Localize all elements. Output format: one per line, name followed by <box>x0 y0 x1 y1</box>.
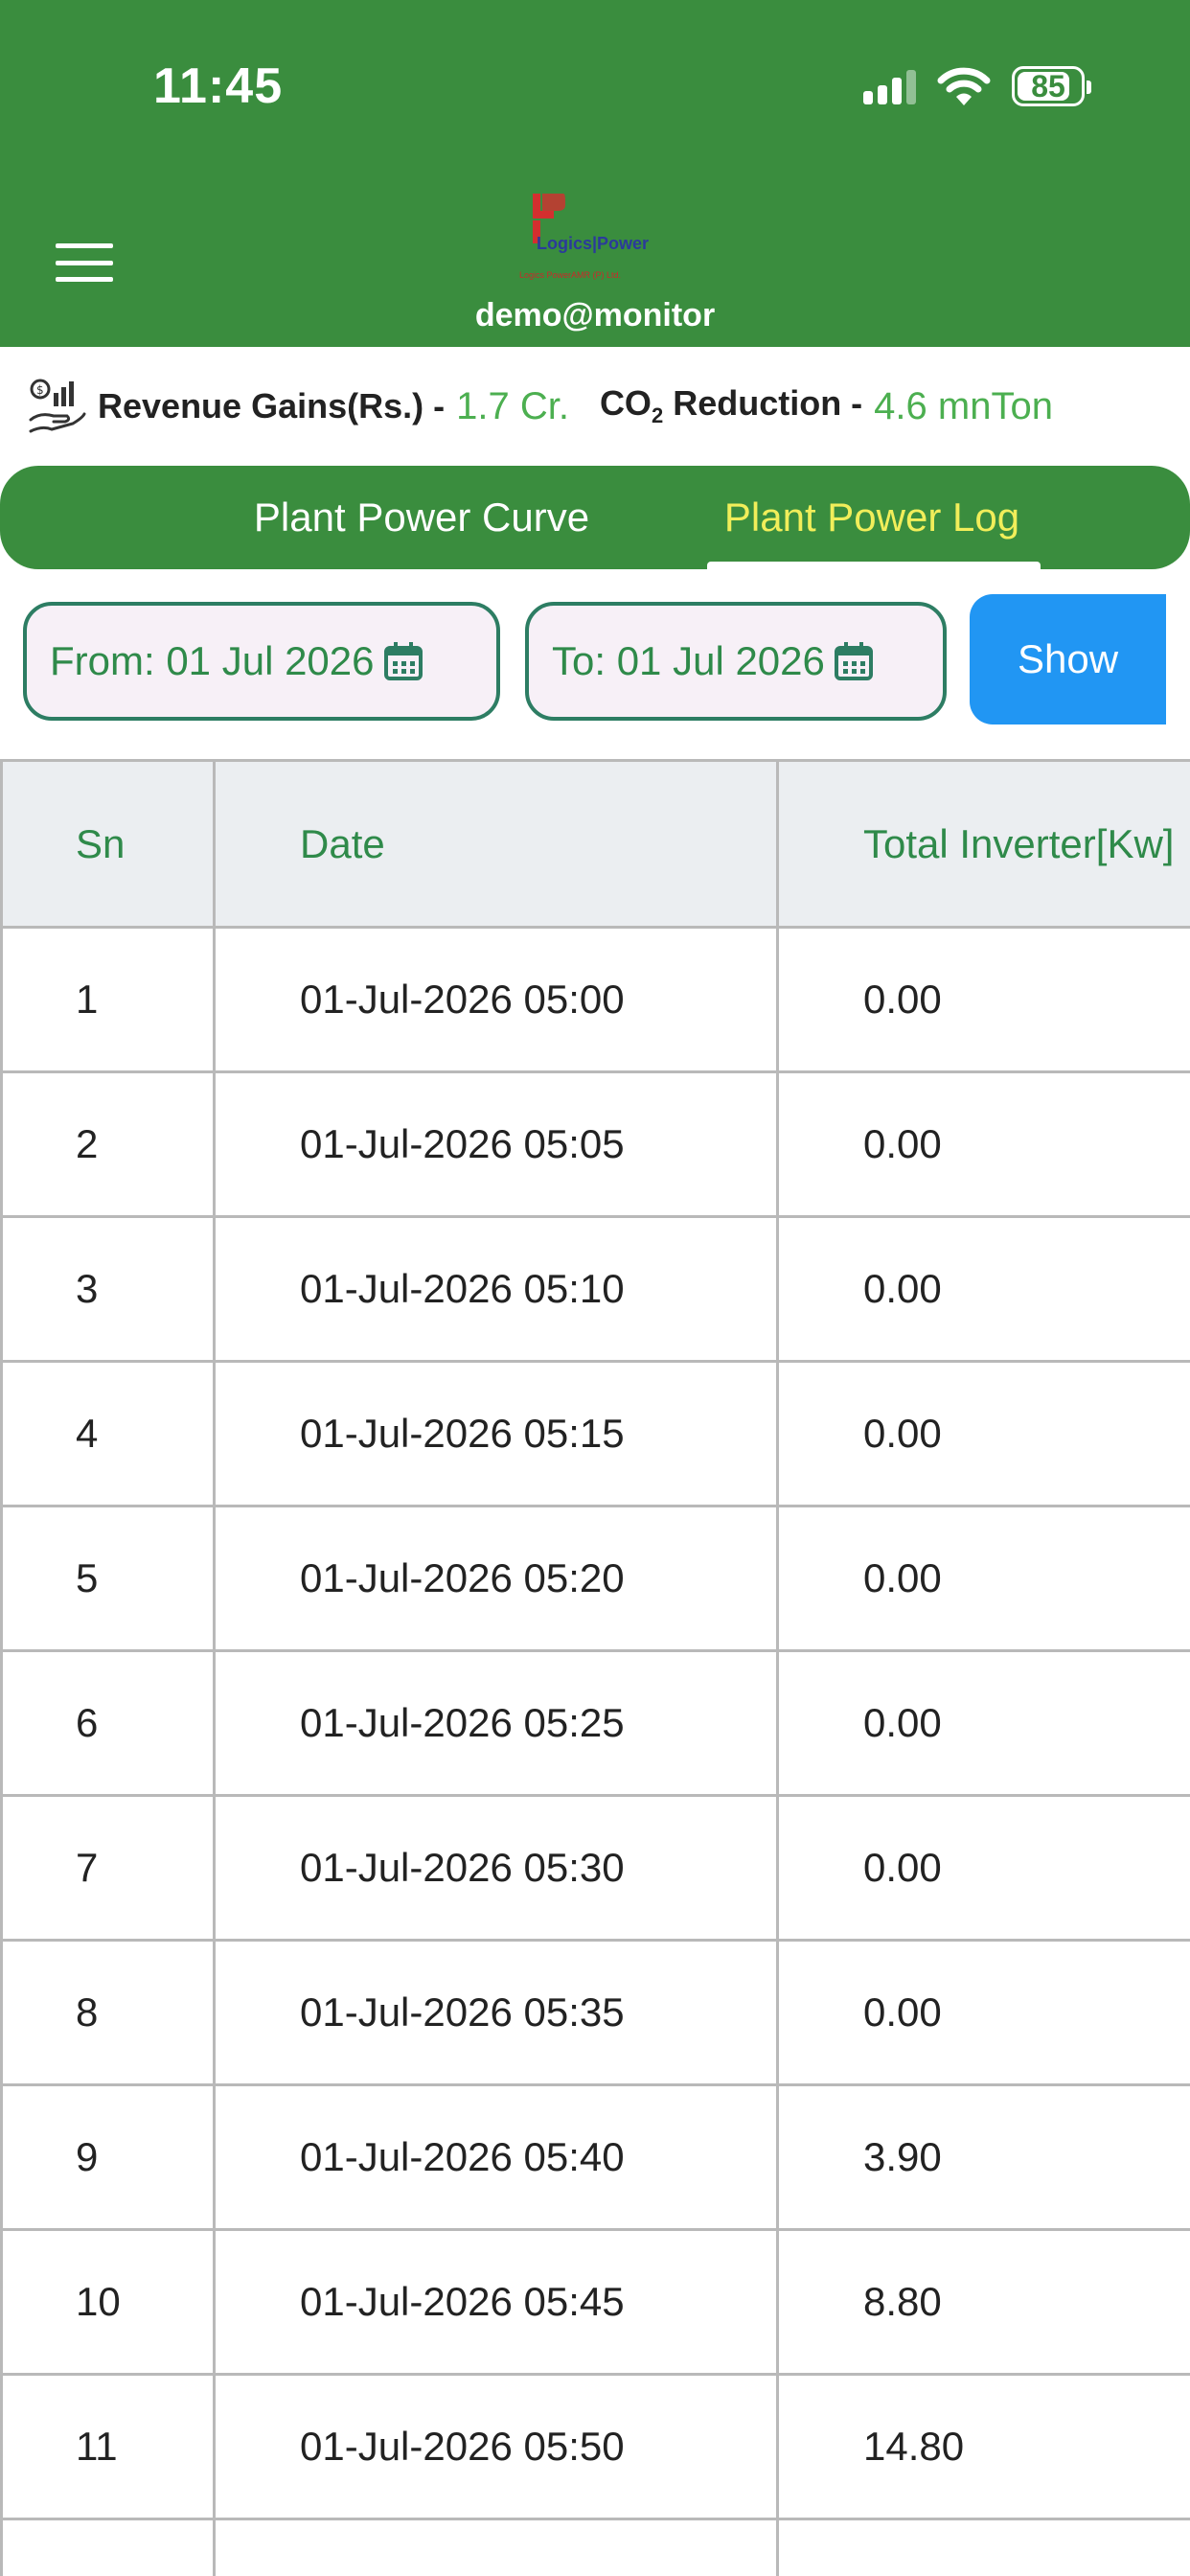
cell-total-inverter: 0.00 <box>776 1505 1190 1652</box>
stats-bar: $ Revenue Gains(Rs.) - 1.7 Cr. CO2 Reduc… <box>0 362 1190 450</box>
status-time: 11:45 <box>153 58 284 114</box>
from-date-label: From: 01 Jul 2026 <box>50 638 375 683</box>
cell-sn: 5 <box>0 1505 216 1652</box>
table-row: 11 01-Jul-2026 05:50 14.80 <box>0 2373 1190 2520</box>
table-row: 3 01-Jul-2026 05:10 0.00 <box>0 1215 1190 1363</box>
cell-date: 01-Jul-2026 05:20 <box>213 1505 779 1652</box>
cell-date: 01-Jul-2026 05:15 <box>213 1360 779 1507</box>
co2-value: 4.6 mnTon <box>874 384 1053 427</box>
logo-subtitle: Logics PowerAMR (P) Ltd. <box>519 270 622 280</box>
signal-icon <box>863 68 916 104</box>
cell-total-inverter: 0.00 <box>776 1649 1190 1797</box>
cell-total-inverter: 0.00 <box>776 1070 1190 1218</box>
to-date-label: To: 01 Jul 2026 <box>552 638 825 683</box>
hamburger-menu-icon[interactable] <box>56 243 113 282</box>
status-icons: 85 <box>863 65 1091 107</box>
table-row: 7 01-Jul-2026 05:30 0.00 <box>0 1794 1190 1942</box>
table-row: 2 01-Jul-2026 05:05 0.00 <box>0 1070 1190 1218</box>
power-log-grid: Sn Date Total Inverter[Kw] 1 01-Jul-2026 … <box>0 759 1190 2576</box>
cell-sn: 6 <box>0 1649 216 1797</box>
table-row <box>0 2518 1190 2576</box>
cell-sn: 11 <box>0 2373 216 2520</box>
tab-plant-power-curve[interactable]: Plant Power Curve <box>163 466 680 569</box>
revenue-value: 1.7 Cr. <box>456 384 569 427</box>
power-log-table[interactable]: Sn Date Total Inverter[Kw] 1 01-Jul-2026 … <box>0 759 1190 2576</box>
table-row: 6 01-Jul-2026 05:25 0.00 <box>0 1649 1190 1797</box>
cell-total-inverter: 14.80 <box>776 2373 1190 2520</box>
cell-sn: 8 <box>0 1939 216 2086</box>
cell-date: 01-Jul-2026 05:40 <box>213 2083 779 2231</box>
calendar-icon <box>383 642 423 680</box>
calendar-icon <box>834 642 873 680</box>
battery-icon: 85 <box>1012 66 1091 106</box>
column-header-date: Date <box>213 759 779 929</box>
cell-sn: 2 <box>0 1070 216 1218</box>
cell-total-inverter: 0.00 <box>776 1939 1190 2086</box>
cell-sn: 4 <box>0 1360 216 1507</box>
cell-total-inverter: 0.00 <box>776 1360 1190 1507</box>
from-date-button[interactable]: From: 01 Jul 2026 <box>23 602 500 721</box>
cell-sn: 10 <box>0 2228 216 2376</box>
cell-total-inverter: 0.00 <box>776 1794 1190 1942</box>
cell-date: 01-Jul-2026 05:00 <box>213 926 779 1073</box>
cell-total-inverter: 0.00 <box>776 926 1190 1073</box>
tab-plant-power-log[interactable]: Plant Power Log <box>671 466 1073 569</box>
cell-total-inverter: 3.90 <box>776 2083 1190 2231</box>
show-button[interactable]: Show <box>970 594 1166 724</box>
cell-sn: 1 <box>0 926 216 1073</box>
cell-total-inverter: 8.80 <box>776 2228 1190 2376</box>
cell-total-inverter: 0.00 <box>776 1215 1190 1363</box>
cell-date: 01-Jul-2026 05:25 <box>213 1649 779 1797</box>
revenue-hand-icon: $ <box>29 379 86 433</box>
column-header-total-inverter: Total Inverter[Kw] <box>776 759 1190 929</box>
cell-date: 01-Jul-2026 05:10 <box>213 1215 779 1363</box>
table-row: 9 01-Jul-2026 05:40 3.90 <box>0 2083 1190 2231</box>
user-label: demo@monitor <box>474 297 716 334</box>
wifi-icon <box>937 67 991 105</box>
cell-sn: 3 <box>0 1215 216 1363</box>
app-header: 11:45 85 Logics|Power Logics PowerAMR (P… <box>0 0 1190 347</box>
table-row: 5 01-Jul-2026 05:20 0.00 <box>0 1505 1190 1652</box>
company-logo: Logics|Power Logics PowerAMR (P) Ltd. <box>508 188 680 293</box>
cell-date: 01-Jul-2026 05:50 <box>213 2373 779 2520</box>
cell-date <box>213 2518 779 2576</box>
svg-text:$: $ <box>36 383 44 397</box>
column-header-sn: Sn <box>0 759 216 929</box>
cell-sn: 9 <box>0 2083 216 2231</box>
table-header-row: Sn Date Total Inverter[Kw] <box>0 759 1190 929</box>
cell-total-inverter <box>776 2518 1190 2576</box>
table-row: 4 01-Jul-2026 05:15 0.00 <box>0 1360 1190 1507</box>
table-row: 1 01-Jul-2026 05:00 0.00 <box>0 926 1190 1073</box>
cell-date: 01-Jul-2026 05:45 <box>213 2228 779 2376</box>
table-row: 10 01-Jul-2026 05:45 8.80 <box>0 2228 1190 2376</box>
cell-sn <box>0 2518 216 2576</box>
battery-level: 85 <box>1031 68 1065 104</box>
logo-text: Logics|Power <box>537 234 650 253</box>
cell-date: 01-Jul-2026 05:05 <box>213 1070 779 1218</box>
cell-date: 01-Jul-2026 05:35 <box>213 1939 779 2086</box>
to-date-button[interactable]: To: 01 Jul 2026 <box>525 602 947 721</box>
revenue-label: Revenue Gains(Rs.) - <box>98 386 446 426</box>
table-row: 8 01-Jul-2026 05:35 0.00 <box>0 1939 1190 2086</box>
co2-label: CO2 Reduction - <box>599 383 863 428</box>
cell-date: 01-Jul-2026 05:30 <box>213 1794 779 1942</box>
active-tab-indicator <box>707 562 1041 571</box>
cell-sn: 7 <box>0 1794 216 1942</box>
tab-bar: Plant Power Curve Plant Power Log <box>0 466 1190 569</box>
